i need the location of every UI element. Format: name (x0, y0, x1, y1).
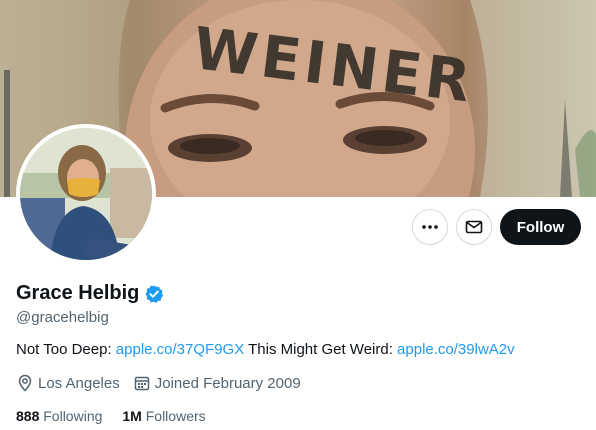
profile-meta: Los Angeles Joined February 2009 (16, 374, 314, 392)
user-handle: @gracehelbig (16, 309, 109, 326)
calendar-icon (134, 376, 149, 391)
followers-link[interactable]: 1M Followers (122, 408, 205, 424)
bio-text-1: Not Too Deep: (16, 341, 116, 358)
bio-link-2[interactable]: apple.co/39lwA2v (397, 341, 515, 358)
following-link[interactable]: 888 Following (16, 408, 102, 424)
location-pin-icon (18, 374, 32, 392)
following-label: Following (43, 408, 103, 424)
bio-text-2: This Might Get Weird: (244, 341, 398, 358)
avatar[interactable] (16, 124, 156, 264)
verified-badge-icon[interactable] (144, 284, 164, 304)
joined-text: Joined February 2009 (154, 374, 301, 392)
location-text: Los Angeles (38, 374, 120, 392)
joined-item: Joined February 2009 (133, 374, 301, 392)
followers-label: Followers (145, 408, 206, 424)
ellipsis-icon (422, 225, 438, 229)
location-item: Los Angeles (16, 374, 120, 392)
more-options-button[interactable] (412, 209, 448, 245)
following-count: 888 (16, 408, 40, 424)
follow-button[interactable]: Follow (500, 209, 581, 245)
message-button[interactable] (456, 209, 492, 245)
display-name: Grace Helbig (16, 282, 140, 304)
followers-count: 1M (122, 408, 142, 424)
avatar-photo (20, 128, 152, 260)
name-row: Grace Helbig (16, 282, 164, 305)
bio-link-1[interactable]: apple.co/37QF9GX (116, 341, 244, 358)
profile-bio: Not Too Deep: apple.co/37QF9GX This Migh… (16, 341, 515, 358)
follow-stats: 888 Following 1M Followers (16, 408, 226, 424)
envelope-icon (465, 220, 483, 234)
